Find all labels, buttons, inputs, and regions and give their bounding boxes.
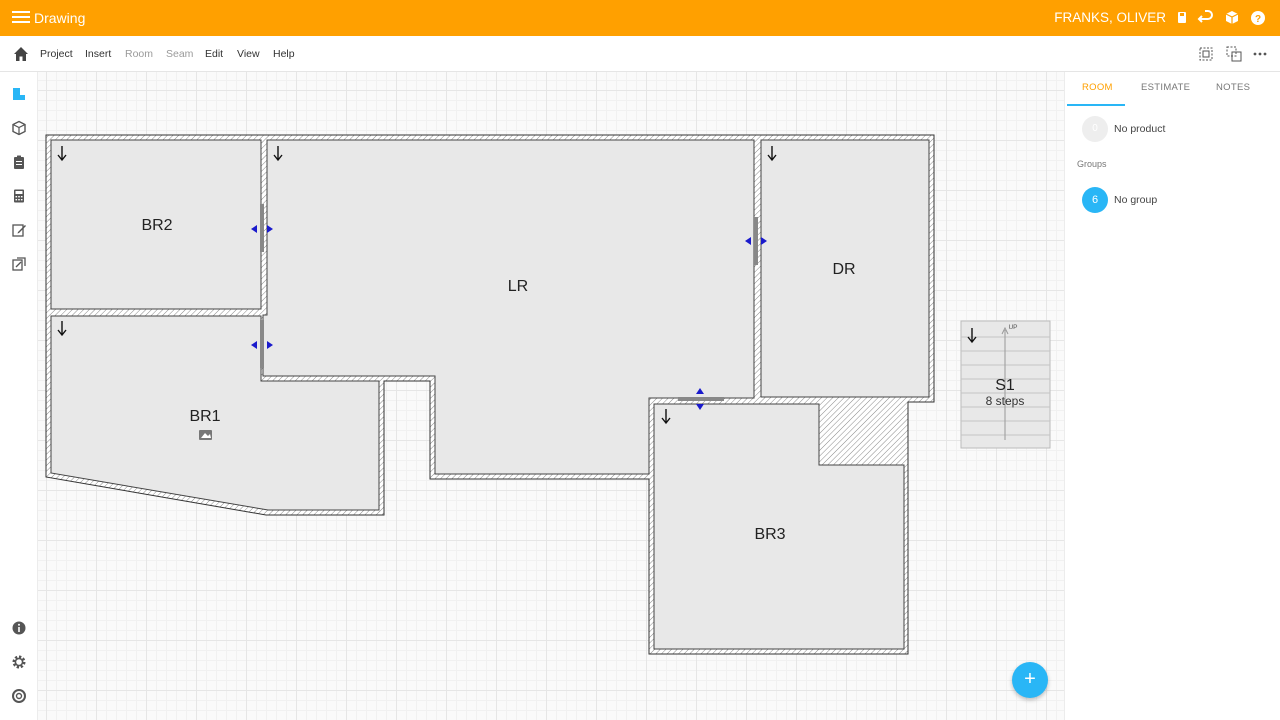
user-name[interactable]: FRANKS, OLIVER [1054,10,1166,25]
active-tab-indicator [1067,104,1125,106]
left-sidebar [0,72,38,720]
stairs-steps-label: 8 steps [986,394,1025,408]
group-badge[interactable]: 6 [1082,187,1108,213]
menu-bar: Project Insert Room Seam Edit View Help [0,36,1280,72]
room-label-s1: S1 [995,377,1015,394]
copy-selection-icon[interactable] [1225,45,1243,63]
menu-insert[interactable]: Insert [85,48,111,60]
drawing-canvas[interactable]: BR2 LR DR BR1 BR3 S1 8 steps UP + [38,72,1064,720]
help-icon[interactable]: ? [1248,8,1268,28]
app-header: Drawing FRANKS, OLIVER ? [0,0,1280,36]
group-text[interactable]: No group [1114,194,1157,206]
edit-notes-icon[interactable] [11,222,27,238]
room-label-br1: BR1 [189,408,220,425]
menu-edit[interactable]: Edit [205,48,223,60]
floor-plan[interactable]: BR2 LR DR BR1 BR3 S1 8 steps UP [38,72,1064,720]
save-icon[interactable] [1172,8,1192,28]
room-label-br2: BR2 [141,217,172,234]
product-badge[interactable]: 0 [1082,116,1108,142]
menu-project[interactable]: Project [40,48,73,60]
groups-label: Groups [1077,159,1107,169]
room-label-lr: LR [508,278,528,295]
export-icon[interactable] [11,256,27,272]
product-text[interactable]: No product [1114,123,1165,135]
select-area-icon[interactable] [1197,45,1215,63]
menu-seam[interactable]: Seam [166,48,193,60]
menu-room[interactable]: Room [125,48,153,60]
svg-text:?: ? [1255,14,1261,25]
support-lifebuoy-icon[interactable] [11,688,27,704]
properties-panel: ROOM ESTIMATE NOTES 0 No product Groups … [1064,72,1280,720]
app-title: Drawing [34,10,86,26]
tab-room[interactable]: ROOM [1082,82,1113,93]
3d-view-icon[interactable] [1222,8,1242,28]
settings-gear-icon[interactable] [11,654,27,670]
room-label-dr: DR [832,261,855,278]
undo-icon[interactable] [1196,8,1216,28]
add-button[interactable]: + [1012,662,1048,698]
tab-notes[interactable]: NOTES [1216,82,1250,93]
tab-estimate[interactable]: ESTIMATE [1141,82,1190,93]
menu-help[interactable]: Help [273,48,295,60]
menu-view[interactable]: View [237,48,260,60]
clipboard-icon[interactable] [11,154,27,170]
products-cube-icon[interactable] [11,120,27,136]
layers-icon[interactable] [11,86,27,102]
calculator-icon[interactable] [11,188,27,204]
image-icon[interactable] [199,430,212,440]
stairs-up-label: UP [1008,324,1017,331]
info-icon[interactable] [11,620,27,636]
room-label-br3: BR3 [754,526,785,543]
more-options-icon[interactable] [1251,45,1269,63]
hamburger-menu-icon[interactable] [12,8,30,28]
home-icon[interactable] [12,45,30,63]
